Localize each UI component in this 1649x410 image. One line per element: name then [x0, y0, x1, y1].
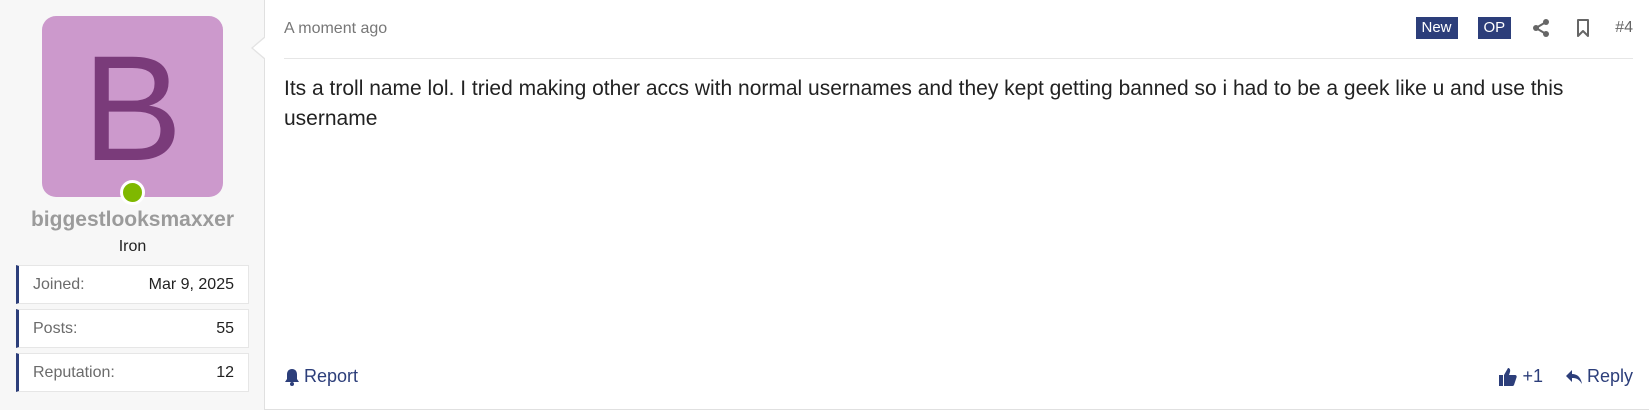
stat-reputation: Reputation: 12: [16, 353, 249, 392]
message-header: A moment ago New OP #4: [284, 14, 1633, 59]
report-button[interactable]: Report: [284, 366, 358, 387]
username[interactable]: biggestlooksmaxxer: [0, 208, 265, 232]
new-badge: New: [1415, 17, 1458, 39]
stat-value: Mar 9, 2025: [148, 275, 234, 293]
like-button[interactable]: +1: [1498, 366, 1543, 387]
like-count: +1: [1522, 366, 1543, 386]
message-footer-right: +1 Reply: [1498, 366, 1633, 387]
share-icon[interactable]: [1531, 18, 1551, 38]
user-panel: B biggestlooksmaxxer Iron Joined: Mar 9,…: [0, 0, 265, 410]
message-header-actions: New OP #4: [1415, 17, 1633, 39]
stat-label: Joined:: [33, 275, 85, 293]
reply-icon: [1565, 369, 1582, 384]
reply-button[interactable]: Reply: [1565, 366, 1633, 387]
avatar-letter: B: [82, 23, 183, 192]
reply-label: Reply: [1586, 366, 1633, 386]
user-rank: Iron: [118, 238, 147, 255]
message-body: Its a troll name lol. I tried making oth…: [284, 77, 1564, 130]
op-badge: OP: [1477, 17, 1512, 39]
stat-label: Reputation:: [33, 363, 115, 381]
stat-joined: Joined: Mar 9, 2025: [16, 265, 249, 304]
avatar[interactable]: B: [42, 16, 223, 197]
forum-post: B biggestlooksmaxxer Iron Joined: Mar 9,…: [0, 0, 1649, 410]
stat-value: 12: [216, 363, 234, 381]
bookmark-icon[interactable]: [1573, 18, 1593, 38]
message-pointer-arrow: [251, 36, 266, 60]
stat-label: Posts:: [33, 319, 78, 337]
post-number-link[interactable]: #4: [1615, 19, 1633, 37]
message-footer-left: Report: [284, 366, 358, 387]
stat-value: 55: [216, 319, 234, 337]
online-status-dot: [120, 180, 145, 205]
bell-icon: [285, 368, 299, 386]
post-timestamp[interactable]: A moment ago: [284, 20, 387, 38]
stat-posts: Posts: 55: [16, 309, 249, 348]
thumbs-up-icon: [1499, 367, 1518, 386]
report-label: Report: [304, 366, 359, 386]
